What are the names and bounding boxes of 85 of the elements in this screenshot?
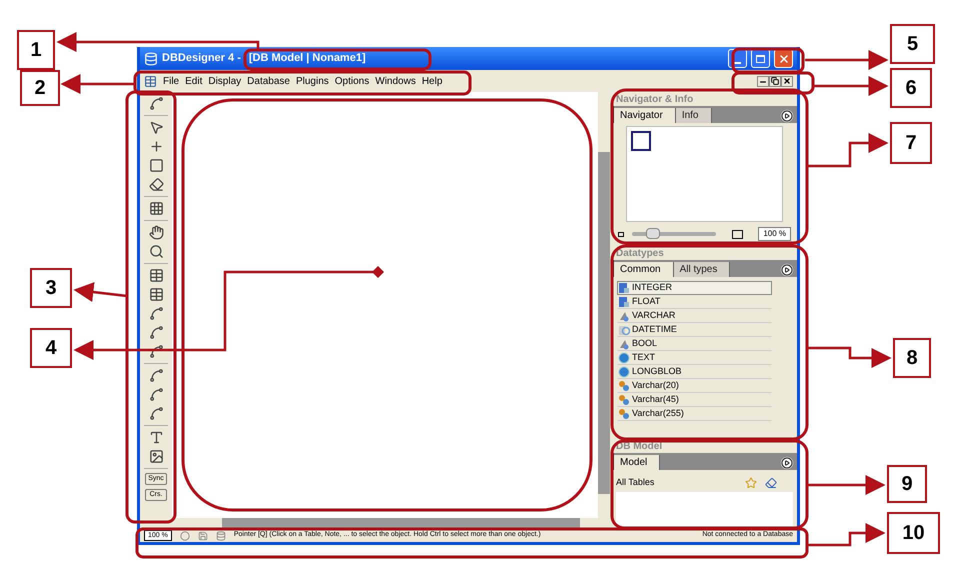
eraser-icon[interactable] [765, 477, 777, 489]
user-type-icon [618, 394, 630, 406]
callout-number: 5 [890, 24, 935, 64]
circle-icon [180, 530, 190, 540]
menu-item[interactable]: File [163, 74, 180, 88]
panel-menu-icon[interactable] [781, 110, 793, 122]
user-type-icon [618, 408, 630, 420]
relation-icon[interactable] [148, 368, 164, 383]
viewport-frame [631, 131, 651, 151]
menu-item[interactable]: Plugins [296, 74, 329, 88]
datatype-item[interactable]: TEXT [617, 351, 772, 365]
datatype-item[interactable]: Varchar(255) [617, 407, 772, 421]
string-type-icon [618, 310, 630, 322]
panel-title: Datatypes [615, 247, 665, 260]
panel-title: Navigator & Info [615, 93, 694, 106]
restore-icon [771, 77, 779, 85]
datatype-item[interactable]: FLOAT [617, 295, 772, 309]
close-icon [778, 52, 790, 64]
menu-item[interactable]: Edit [185, 74, 202, 88]
eraser-icon[interactable] [148, 177, 164, 192]
relation-icon[interactable] [148, 306, 164, 321]
callout-number: 10 [887, 512, 940, 554]
user-type-icon [618, 380, 630, 392]
large-zoom-icon [732, 230, 743, 238]
string-type-icon [618, 338, 630, 350]
panel-tab[interactable]: Info [676, 108, 712, 123]
mdi-minimize-button[interactable] [757, 76, 769, 86]
mdi-close-button[interactable] [781, 76, 793, 86]
datatype-item[interactable]: Varchar(45) [617, 393, 772, 407]
relation-icon[interactable] [148, 344, 164, 359]
relation-icon[interactable] [148, 406, 164, 421]
document-title: [DB Model | Noname1] [248, 51, 366, 66]
callout-number: 8 [893, 338, 931, 378]
menu-item[interactable]: Options [334, 74, 370, 88]
callout-number: 6 [890, 68, 932, 108]
small-zoom-icon [618, 232, 624, 236]
datatype-item[interactable]: VARCHAR [617, 309, 772, 323]
table-icon[interactable] [148, 268, 164, 283]
slider-thumb[interactable] [646, 228, 660, 239]
save-icon [198, 530, 208, 540]
callout-number: 2 [20, 70, 60, 106]
table-icon[interactable] [148, 287, 164, 302]
marker-diamond [372, 266, 384, 278]
tree-heading: All Tables [616, 476, 654, 490]
numeric-type-icon [618, 296, 630, 308]
numeric-type-icon [618, 282, 630, 294]
datatype-item[interactable]: INTEGER [617, 281, 772, 295]
mdi-restore-button[interactable] [769, 76, 781, 86]
hand-icon[interactable] [148, 225, 164, 240]
document-icon [144, 74, 157, 88]
panel-tab[interactable]: All types [674, 262, 730, 277]
callout-number: 4 [30, 328, 72, 368]
datatype-item[interactable]: BOOL [617, 337, 772, 351]
datatype-item[interactable]: LONGBLOB [617, 365, 772, 379]
callout-number: 3 [30, 268, 72, 308]
blob-type-icon [618, 352, 630, 364]
menu-item[interactable]: Windows [375, 74, 416, 88]
datetime-type-icon [618, 324, 630, 336]
image-icon[interactable] [148, 449, 164, 464]
panel-tab[interactable]: Navigator [614, 108, 676, 123]
datatype-item[interactable]: DATETIME [617, 323, 772, 337]
blob-type-icon [618, 366, 630, 378]
zoom-field[interactable]: 100 % [758, 227, 791, 241]
menu-item[interactable]: Display [208, 74, 242, 88]
panel-menu-icon[interactable] [781, 264, 793, 276]
panel-tab[interactable]: Common [614, 262, 674, 277]
zoom-icon[interactable] [148, 244, 164, 259]
text-icon[interactable] [148, 430, 164, 445]
panel-menu-icon[interactable] [781, 457, 793, 469]
callout-number: 9 [887, 465, 927, 503]
menu-item[interactable]: Help [422, 74, 442, 88]
panel-tab[interactable]: Model [614, 455, 660, 470]
grid-icon[interactable] [148, 201, 164, 216]
callout-number: 1 [17, 30, 55, 70]
database-icon [216, 530, 226, 540]
menu-item[interactable]: Database [247, 74, 290, 88]
app-icon [144, 52, 158, 66]
box-icon[interactable] [148, 158, 164, 173]
callout-number: 7 [890, 122, 932, 164]
pointer-icon[interactable] [148, 120, 164, 135]
close-icon [783, 77, 791, 85]
datatype-item[interactable]: Varchar(20) [617, 379, 772, 393]
window-title: DBDesigner 4 - [162, 51, 241, 66]
relation-icon[interactable] [148, 387, 164, 402]
relation-icon[interactable] [148, 325, 164, 340]
